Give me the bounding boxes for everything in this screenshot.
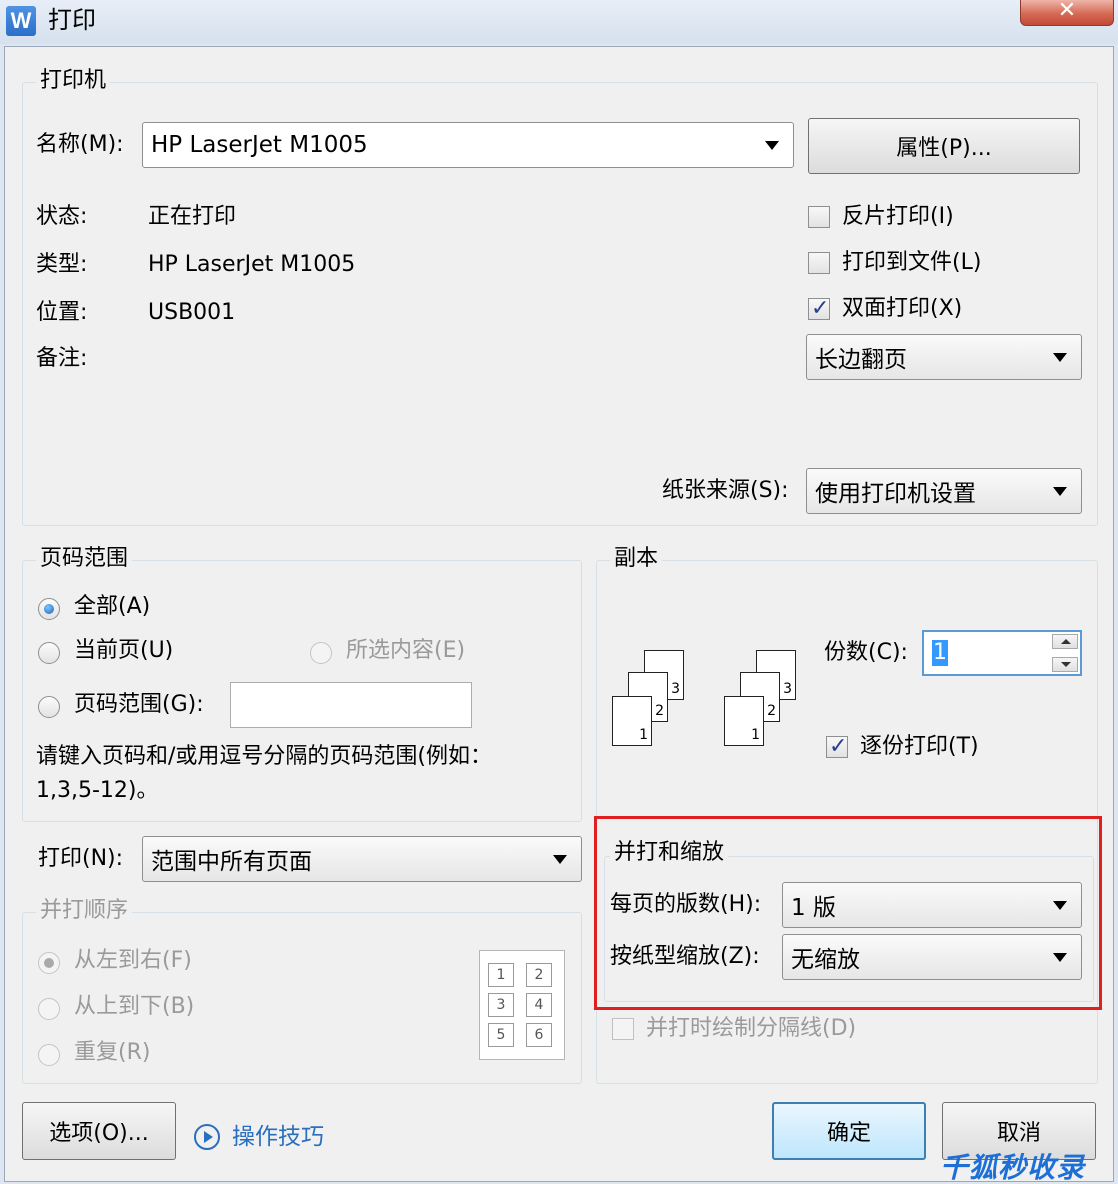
range-all-radio[interactable] [38,598,60,620]
page-stack-page: 1 [612,696,652,746]
chevron-down-icon [553,855,567,864]
order-cell: 5 [488,1023,514,1047]
paper-source-select[interactable]: 使用打印机设置 [806,468,1082,514]
status-value: 正在打印 [148,204,237,229]
printer-name-value: HP LaserJet M1005 [151,132,368,158]
print-what-value: 范围中所有页面 [151,849,312,875]
order-cell: 2 [526,963,552,987]
range-selection-label: 所选内容(E) [346,638,466,663]
options-button-label: 选项(O)... [49,1121,149,1146]
page-stack-page: 1 [724,696,764,746]
location-value: USB001 [148,300,236,325]
reverse-print-checkbox[interactable] [808,206,830,228]
duplex-checkbox[interactable] [808,296,830,321]
collate-order-group-title: 并打顺序 [36,900,133,922]
collate-order-preview-icon: 1 2 3 4 5 6 [479,950,565,1060]
properties-button-label: 属性(P)... [896,136,992,161]
order-cell: 4 [526,993,552,1017]
status-label: 状态: [36,204,88,229]
close-button[interactable]: ✕ [1020,0,1114,26]
ok-button-label: 确定 [826,1121,871,1146]
order-cell: 1 [488,963,514,987]
print-what-label: 打印(N): [38,846,124,871]
draw-borders-label: 并打时绘制分隔线(D) [646,1016,857,1041]
play-circle-icon[interactable] [194,1124,220,1150]
paper-source-value: 使用打印机设置 [815,481,976,507]
range-selection-radio[interactable] [310,642,332,664]
chevron-down-icon [1053,353,1067,362]
range-pages-radio[interactable] [38,696,60,718]
printer-name-label: 名称(M): [36,132,124,157]
collate-checkbox[interactable] [826,734,848,759]
copies-count-input[interactable]: 1 [922,630,1082,676]
location-label: 位置: [36,300,88,325]
type-value: HP LaserJet M1005 [148,252,356,277]
copies-spinner[interactable] [1052,634,1078,672]
order-cell: 6 [526,1023,552,1047]
order-left-right-radio[interactable] [38,952,60,974]
duplex-mode-value: 长边翻页 [815,347,907,373]
comment-label: 备注: [36,346,88,371]
order-left-right-label: 从左到右(F) [74,948,192,973]
chevron-down-icon [1053,487,1067,496]
range-current-label: 当前页(U) [74,638,174,663]
printer-name-select[interactable]: HP LaserJet M1005 [142,122,794,168]
cancel-button-label: 取消 [996,1121,1041,1146]
type-label: 类型: [36,252,88,277]
order-top-bottom-radio[interactable] [38,998,60,1020]
duplex-mode-select[interactable]: 长边翻页 [806,334,1082,380]
copies-group-title: 副本 [610,548,663,570]
page-range-hint: 请键入页码和/或用逗号分隔的页码范围(例如： [36,744,492,769]
paper-source-label: 纸张来源(S): [662,478,789,503]
print-to-file-label: 打印到文件(L) [842,250,982,275]
range-current-radio[interactable] [38,642,60,664]
order-repeat-radio[interactable] [38,1044,60,1066]
spin-up-icon[interactable] [1052,634,1078,649]
order-repeat-label: 重复(R) [74,1040,151,1065]
order-top-bottom-label: 从上到下(B) [74,994,195,1019]
ok-button[interactable]: 确定 [772,1102,926,1160]
print-to-file-checkbox[interactable] [808,252,830,274]
window-title: 打印 [48,6,96,34]
properties-button[interactable]: 属性(P)... [808,118,1080,174]
copies-count-label: 份数(C): [824,640,908,665]
range-all-label: 全部(A) [74,594,151,619]
order-cell: 3 [488,993,514,1017]
title-bar: W 打印 ✕ [0,0,1118,44]
wps-writer-icon: W [6,6,36,36]
copies-count-value: 1 [932,640,948,666]
spin-down-icon[interactable] [1052,657,1078,672]
range-pages-label: 页码范围(G): [74,692,204,717]
page-range-hint-example: 1,3,5-12)。 [36,778,159,803]
printer-group-title: 打印机 [36,70,111,92]
tips-link[interactable]: 操作技巧 [232,1126,324,1149]
page-range-group-title: 页码范围 [36,548,133,570]
options-button[interactable]: 选项(O)... [22,1102,176,1160]
draw-borders-checkbox[interactable] [612,1018,634,1040]
watermark-logo: 千狐秒收录 [940,1151,1086,1184]
reverse-print-label: 反片打印(I) [842,204,954,229]
zoom-highlight-box [594,816,1102,1010]
print-what-select[interactable]: 范围中所有页面 [142,836,582,882]
collate-label: 逐份打印(T) [860,734,979,759]
chevron-down-icon [765,141,779,150]
page-range-input[interactable] [230,682,472,728]
duplex-label: 双面打印(X) [842,296,963,321]
